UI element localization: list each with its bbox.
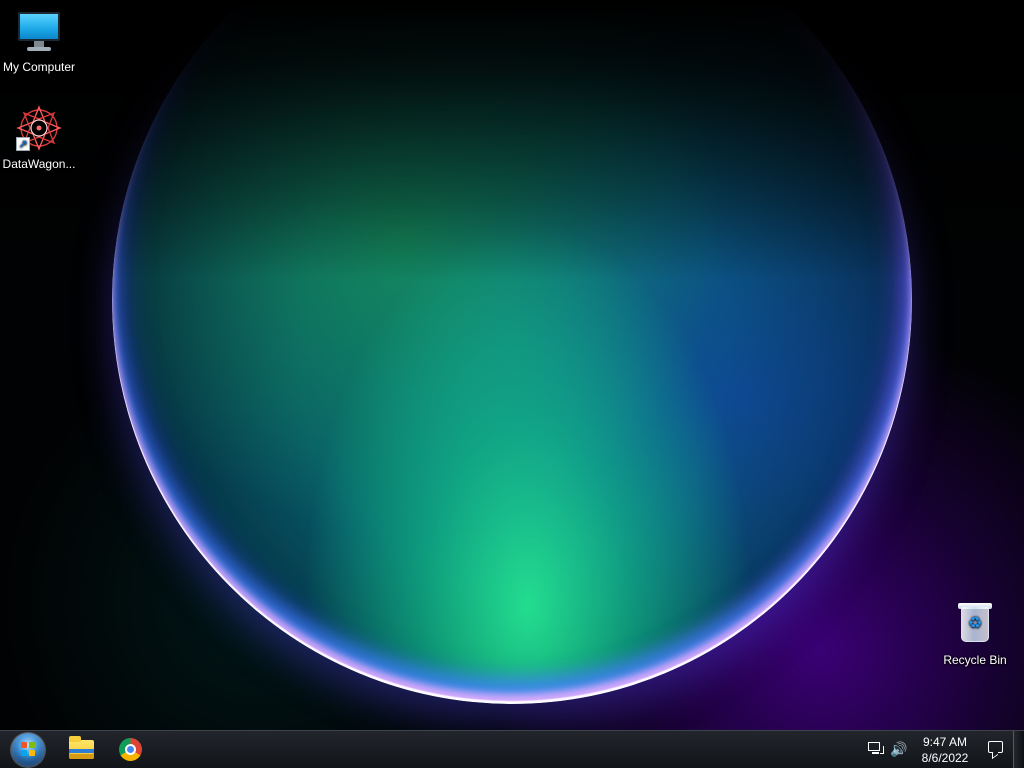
computer-icon xyxy=(16,8,62,54)
file-explorer-icon xyxy=(68,736,94,759)
taskbar-chrome-button[interactable] xyxy=(106,731,154,768)
desktop: My Computer ↗ DataWagon... ♻ Recycle Bin xyxy=(0,0,1024,768)
desktop-icon-recycle-bin[interactable]: ♻ Recycle Bin xyxy=(936,601,1014,668)
desktop-icon-label: My Computer xyxy=(2,60,76,74)
desktop-icon-datawagon-shortcut[interactable]: ↗ DataWagon... xyxy=(0,105,78,172)
notification-icon[interactable] xyxy=(988,741,1003,760)
network-icon[interactable] xyxy=(867,741,884,757)
system-tray: 🔊 9:47 AM 8/6/2022 xyxy=(854,731,1024,768)
windows-flag-icon xyxy=(21,741,36,757)
shortcut-arrow-icon: ↗ xyxy=(16,137,30,151)
desktop-icon-my-computer[interactable]: My Computer xyxy=(0,8,78,75)
desktop-icon-label: DataWagon... xyxy=(2,157,76,171)
show-desktop-button[interactable] xyxy=(1013,731,1024,768)
taskbar-clock[interactable]: 9:47 AM 8/6/2022 xyxy=(916,734,974,766)
chrome-center-shape xyxy=(124,744,136,755)
datawagon-shortcut-icon: ↗ xyxy=(16,105,62,151)
folder-stripe-shape xyxy=(68,749,94,753)
recycle-bin-icon: ♻ xyxy=(952,601,998,647)
taskbar: 🔊 9:47 AM 8/6/2022 xyxy=(0,730,1024,768)
computer-monitor-shape xyxy=(18,12,60,41)
desktop-icon-label: Recycle Bin xyxy=(943,653,1007,667)
windows-flag-green xyxy=(29,741,35,748)
windows-start-icon xyxy=(11,732,45,767)
desktop-wallpaper xyxy=(0,0,1024,768)
clock-date: 8/6/2022 xyxy=(921,751,969,765)
network-cable-shape xyxy=(880,746,884,754)
windows-flag-blue xyxy=(21,749,27,756)
start-button[interactable] xyxy=(4,731,52,768)
notification-tail-shape xyxy=(992,748,998,760)
network-screen-shape xyxy=(868,742,880,751)
volume-icon[interactable]: 🔊 xyxy=(889,741,909,757)
windows-flag-red xyxy=(21,741,27,748)
computer-base-shape xyxy=(27,47,51,51)
clock-time: 9:47 AM xyxy=(922,735,968,749)
windows-flag-yellow xyxy=(29,749,35,756)
folder-tab-shape xyxy=(68,736,81,742)
chrome-icon xyxy=(118,738,142,761)
wallpaper-fade xyxy=(0,0,1024,280)
taskbar-file-explorer-button[interactable] xyxy=(57,731,105,768)
network-base-shape xyxy=(872,752,879,754)
recycle-symbol-icon: ♻ xyxy=(967,615,983,632)
